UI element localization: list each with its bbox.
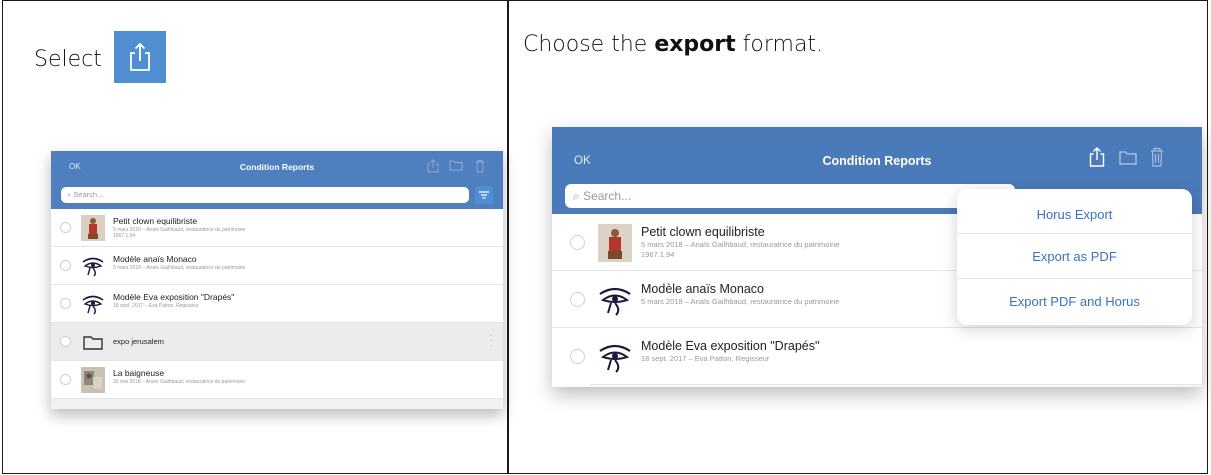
item-subtitle: 18 sept. 2017 – Eva Patton, Regisseur xyxy=(641,354,770,363)
list-item[interactable]: Modèle Eva exposition "Drapés" 18 sept. … xyxy=(552,328,1202,385)
folder-nav-icon[interactable] xyxy=(449,159,463,171)
item-title: Petit clown equilibriste xyxy=(113,216,198,226)
instruction-suffix: format. xyxy=(735,32,824,57)
list-item[interactable]: Modèle Eva exposition "Drapés" 18 sept. … xyxy=(51,285,503,323)
list-item[interactable]: Petit clown equilibriste 5 mars 2018 – A… xyxy=(51,209,503,247)
select-radio[interactable] xyxy=(60,260,71,271)
list-item[interactable]: La baigneuse 30 mai 2018 – Anaïs Gailhba… xyxy=(51,361,503,399)
export-instruction: Choose the export format. xyxy=(523,32,823,57)
nav-bar: OK Condition Reports xyxy=(51,151,503,185)
item-subtitle: 5 mars 2018 – Anaïs Gailhbaud, restaurat… xyxy=(641,297,840,306)
search-input[interactable]: ⌕ Search... xyxy=(565,184,1015,208)
item-title: Modèle Eva exposition "Drapés" xyxy=(113,292,235,302)
search-placeholder: Search... xyxy=(583,189,632,203)
select-radio[interactable] xyxy=(60,336,71,347)
item-subtitle: 5 mars 2018 – Anaïs Gailhbaud, restaurat… xyxy=(641,240,840,249)
eye-of-horus-thumb xyxy=(599,344,631,373)
search-icon: ⌕ xyxy=(573,189,580,203)
search-input[interactable]: ⌕ Search... xyxy=(61,187,469,203)
item-detail: 1967.1.94 xyxy=(641,250,675,259)
large-app-screenshot: OK Condition Reports ⌕ Search... Petit c… xyxy=(552,127,1202,387)
horus-export-option[interactable]: Horus Export xyxy=(957,189,1192,234)
trash-icon[interactable] xyxy=(1150,147,1164,167)
drag-handle-icon[interactable]: · · · xyxy=(490,331,493,351)
clown-figure-thumb xyxy=(598,224,632,262)
item-title: Petit clown equilibriste xyxy=(641,225,765,239)
filter-button[interactable] xyxy=(475,186,493,204)
item-subtitle: 18 sept. 2017 – Eva Patton, Regisseur xyxy=(113,303,199,309)
select-radio[interactable] xyxy=(60,374,71,385)
select-instruction: Select xyxy=(34,47,102,72)
trash-icon[interactable] xyxy=(475,159,485,173)
instruction-prefix: Choose the xyxy=(523,32,655,57)
instruction-bold: export xyxy=(654,32,736,57)
item-title: Modèle anaïs Monaco xyxy=(113,254,197,264)
share-export-icon xyxy=(114,31,166,83)
item-title: expo jerusalem xyxy=(113,337,164,346)
item-subtitle: 30 mai 2018 – Anaïs Gailhbaud, restaurat… xyxy=(113,379,246,385)
export-pdf-option[interactable]: Export as PDF xyxy=(957,234,1192,279)
item-detail: 1967.1.94 xyxy=(113,233,136,239)
item-title: La baigneuse xyxy=(113,368,165,378)
export-pdf-horus-option[interactable]: Export PDF and Horus xyxy=(957,279,1192,324)
eye-of-horus-thumb xyxy=(82,257,104,277)
share-icon[interactable] xyxy=(427,159,439,173)
item-title: Modèle anaïs Monaco xyxy=(641,282,764,296)
filter-lines-icon xyxy=(479,191,489,199)
clown-figure-thumb xyxy=(81,215,105,241)
small-app-screenshot: OK Condition Reports ⌕ Search... Petit c… xyxy=(51,151,503,409)
list-item-folder[interactable]: expo jerusalem · · · xyxy=(51,323,503,361)
select-radio[interactable] xyxy=(570,235,585,250)
export-popover: Horus Export Export as PDF Export PDF an… xyxy=(957,189,1192,325)
search-bar: ⌕ Search... xyxy=(51,185,503,209)
item-subtitle: 5 mars 2018 – Anaïs Gailhbaud, restaurat… xyxy=(113,265,246,271)
folder-nav-icon[interactable] xyxy=(1119,150,1137,165)
left-cell: Select OK Condition Reports ⌕ Search... xyxy=(3,1,507,473)
select-radio[interactable] xyxy=(570,292,585,307)
select-radio[interactable] xyxy=(60,298,71,309)
eye-of-horus-thumb xyxy=(599,287,631,316)
right-cell: Choose the export format. OK Condition R… xyxy=(509,1,1207,473)
list-bottom-edge xyxy=(552,373,590,387)
list-item[interactable]: Modèle anaïs Monaco 5 mars 2018 – Anaïs … xyxy=(51,247,503,285)
select-radio[interactable] xyxy=(570,349,585,364)
search-placeholder: Search... xyxy=(73,190,104,199)
instruction-table: Select OK Condition Reports ⌕ Search... xyxy=(2,0,1208,474)
share-icon[interactable] xyxy=(1089,147,1105,167)
nav-bar: OK Condition Reports xyxy=(552,127,1202,182)
folder-icon xyxy=(83,336,103,350)
item-title: Modèle Eva exposition "Drapés" xyxy=(641,339,820,353)
eye-of-horus-thumb xyxy=(82,295,104,315)
select-radio[interactable] xyxy=(60,222,71,233)
painting-thumb xyxy=(81,367,105,393)
search-icon: ⌕ xyxy=(67,190,72,199)
